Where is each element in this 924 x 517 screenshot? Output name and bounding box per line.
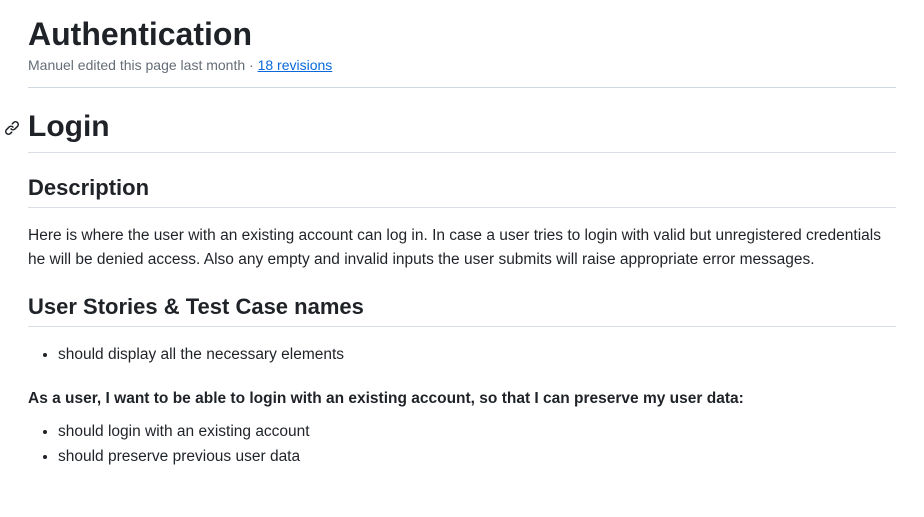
test-case-list: should login with an existing account sh… [28,420,896,470]
section-heading-login: Login [28,110,896,153]
description-text: Here is where the user with an existing … [28,224,896,272]
page-title: Authentication [28,16,896,53]
link-icon[interactable] [4,120,20,136]
list-item: should display all the necessary element… [58,343,896,368]
revisions-link[interactable]: 18 revisions [258,57,333,73]
description-heading: Description [28,175,896,208]
login-heading: Login [28,110,896,144]
page-meta: Manuel edited this page last month · 18 … [28,57,896,88]
list-item: should preserve previous user data [58,445,896,470]
user-stories-heading: User Stories & Test Case names [28,294,896,327]
list-item: should login with an existing account [58,420,896,445]
user-story-heading: As a user, I want to be able to login wi… [28,390,896,408]
meta-text: Manuel edited this page last month · [28,57,258,73]
test-case-list: should display all the necessary element… [28,343,896,368]
